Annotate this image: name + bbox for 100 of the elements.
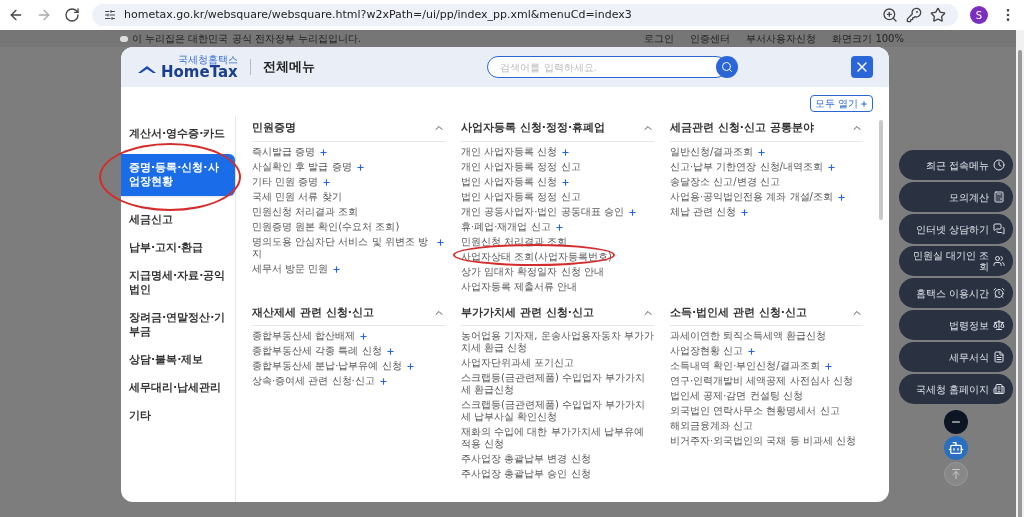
menu-link[interactable]: 스크랩등(금관련제품) 수입업자 부가가치세 환급신청 (461, 372, 654, 396)
menu-link[interactable]: 외국법인 연락사무소 현황명세서 신고 (670, 405, 840, 417)
plus-icon[interactable] (405, 362, 415, 371)
bookmark-icon[interactable] (930, 7, 946, 23)
plus-icon[interactable] (554, 222, 564, 232)
plus-icon[interactable] (627, 207, 637, 217)
top-link[interactable]: 부서사용자신청 (746, 31, 817, 46)
plus-icon[interactable] (319, 147, 329, 157)
menu-link[interactable]: 재화의 수입에 대한 부가가치세 납부유예 적용 신청 (461, 426, 654, 450)
menu-link[interactable]: 민원신청 처리결과 조회 (461, 235, 568, 248)
menu-link[interactable]: 체납 관련 신청 (670, 205, 737, 218)
close-button[interactable] (851, 56, 873, 78)
menu-link[interactable]: 주사업장 총괄납부 승인 신청 (461, 468, 591, 480)
plus-icon[interactable] (757, 147, 767, 157)
reload-icon[interactable] (64, 7, 80, 23)
menu-link[interactable]: 상가 임대차 확정일자 신청 안내 (461, 265, 604, 278)
font-size-control[interactable]: 화면크기 100% (832, 31, 904, 46)
category-tab[interactable]: 상담·불복·제보 (121, 346, 235, 374)
hometax-logo[interactable]: 국세청홈택스 HomeTax (137, 54, 238, 80)
quick-menu-button[interactable]: 홈택스 이용시간 (899, 278, 1013, 308)
plus-icon[interactable] (322, 177, 332, 187)
menu-link[interactable]: 송달장소 신고/변경 신고 (670, 175, 780, 188)
category-tab[interactable]: 세무대리·납세관리 (121, 374, 235, 402)
quick-menu-button[interactable]: 인터넷 상담하기 (899, 214, 1013, 244)
top-link[interactable]: 로그인 (644, 31, 675, 46)
menu-link[interactable]: 사실확인 후 발급 증명 (252, 160, 352, 173)
menu-link[interactable]: 사업자상태 조회(사업자등록번호) (461, 250, 612, 263)
quick-menu-button[interactable]: 민원실 대기인 조회 (899, 246, 1013, 276)
plus-icon[interactable] (355, 162, 365, 172)
category-tab[interactable]: 계산서·영수증·카드 (121, 120, 235, 148)
quick-menu-button[interactable]: 모의계산 (899, 182, 1013, 212)
notice-text: 이 누리집은 대한민국 공식 전자정부 누리집입니다. (132, 32, 363, 46)
menu-link[interactable]: 해외금융계좌 신고 (670, 420, 754, 432)
section-title: 사업자등록 신청·정정·휴폐업 (461, 120, 606, 136)
plus-icon[interactable] (332, 264, 342, 274)
page-scrollbar-thumb[interactable] (1018, 50, 1022, 517)
plus-icon[interactable] (740, 207, 750, 217)
plus-icon[interactable] (561, 147, 571, 157)
menu-link[interactable]: 주사업장 총괄납부 변경 신청 (461, 453, 591, 465)
menu-link[interactable]: 일반신청/결과조회 (670, 145, 754, 158)
plus-icon[interactable] (378, 377, 388, 386)
menu-link[interactable]: 사업자단위과세 포기신고 (461, 357, 575, 369)
menu-link[interactable]: 신고·납부 기한연장 신청/내역조회 (670, 160, 823, 173)
plus-icon[interactable] (359, 332, 369, 341)
zoom-icon[interactable] (882, 7, 898, 23)
menu-link[interactable]: 명의도용 안심차단 서비스 및 위변조 방지 (252, 235, 432, 260)
back-icon[interactable] (8, 7, 24, 23)
menu-link[interactable]: 비거주자·외국법인의 국채 등 비과세 신청 (670, 435, 856, 447)
menu-link[interactable]: 개인 사업자등록 신청 (461, 145, 558, 158)
quick-menu-button[interactable]: 최근 접속메뉴 (899, 150, 1013, 180)
menu-link[interactable]: 연구·인력개발비 세액공제 사전심사 신청 (670, 375, 853, 387)
menu-link[interactable]: 기타 민원 증명 (252, 175, 319, 188)
plus-icon[interactable] (436, 237, 445, 247)
menu-link[interactable]: 법인 사업자등록 정정 신고 (461, 190, 581, 203)
expand-all-button[interactable]: 모두 열기 (809, 95, 873, 112)
plus-icon[interactable] (823, 362, 833, 371)
quick-menu-button[interactable]: 세무서식 (899, 342, 1013, 372)
menu-link[interactable]: 소득내역 확인·부인신청/결과조회 (670, 360, 820, 372)
menu-link[interactable]: 사업용·공익법인전용 계좌 개설/조회 (670, 190, 833, 203)
menu-link[interactable]: 개인 사업자등록 정정 신고 (461, 160, 581, 173)
key-icon[interactable] (906, 7, 922, 23)
menu-link[interactable]: 상속·증여세 관련 신청·신고 (252, 375, 375, 387)
category-tab[interactable]: 기타 (121, 402, 235, 430)
menu-link[interactable]: 종합부동산세 각종 특례 신청 (252, 345, 382, 357)
profile-avatar[interactable]: S (970, 6, 988, 24)
menu-link[interactable]: 개인 공동사업자·법인 공동대표 승인 (461, 205, 624, 218)
collapse-button[interactable] (944, 410, 968, 434)
plus-icon[interactable] (385, 347, 395, 356)
menu-link[interactable]: 즉시발급 증명 (252, 145, 316, 158)
menu-link[interactable]: 사업자등록 제출서류 안내 (461, 280, 578, 293)
menu-link[interactable]: 민원신청 처리결과 조회 (252, 205, 359, 218)
menu-link[interactable]: 법인 사업자등록 신청 (461, 175, 558, 188)
menu-link[interactable]: 종합부동산세 분납·납부유예 신청 (252, 360, 402, 372)
category-tab[interactable]: 장려금·연말정산·기부금 (121, 304, 235, 346)
menu-link[interactable]: 종합부동산세 합산배제 (252, 330, 356, 342)
robot-icon (948, 440, 964, 456)
category-tab[interactable]: 납부·고지·환급 (121, 234, 235, 262)
address-bar[interactable]: hometax.go.kr/websquare/websquare.html?w2xPath=/ui/pp/index_pp.xml&menuCd=index3 (92, 4, 958, 26)
scrollbar-thumb[interactable] (879, 120, 883, 220)
quick-menu-button[interactable]: 법령정보 (899, 310, 1013, 340)
menu-link[interactable]: 국세 민원 서류 찾기 (252, 190, 342, 203)
menu-link[interactable]: 세무서 방문 민원 (252, 262, 329, 275)
plus-icon[interactable] (561, 177, 571, 187)
plus-icon[interactable] (747, 347, 757, 356)
menu-link[interactable]: 사업장현황 신고 (670, 345, 744, 357)
category-tab[interactable]: 세금신고 (121, 206, 235, 234)
chatbot-button[interactable] (944, 436, 968, 460)
top-link[interactable]: 인증센터 (690, 31, 731, 46)
menu-link[interactable]: 과세이연한 퇴직소득세액 환급신청 (670, 330, 827, 342)
plus-icon[interactable] (826, 162, 836, 172)
menu-link[interactable]: 농어업용 기자재, 운송사업용자동차 부가가치세 환급 신청 (461, 330, 654, 354)
category-tab[interactable]: 지급명세·자료·공익법인 (121, 262, 235, 304)
plus-icon[interactable] (836, 192, 846, 202)
site-info-icon[interactable] (104, 9, 116, 21)
category-tab[interactable]: 증명·등록·신청·사업장현황 (121, 154, 235, 196)
menu-link[interactable]: 법인세 공제·감면 컨설팅 신청 (670, 390, 803, 402)
menu-link[interactable]: 민원증명 원본 확인(수요처 조회) (252, 220, 400, 233)
menu-link[interactable]: 스크랩등(금관련제품) 수입업자 부가가치세 납부사실 확인신청 (461, 399, 654, 423)
menu-link[interactable]: 휴·폐업·재개업 신고 (461, 220, 551, 233)
quick-menu-button[interactable]: 국세청 홈페이지 (899, 374, 1013, 404)
